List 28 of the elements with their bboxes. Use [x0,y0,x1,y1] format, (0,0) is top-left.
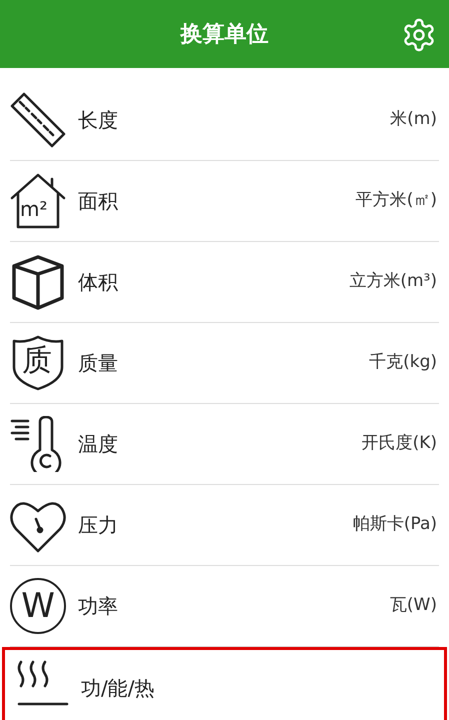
category-label: 体积 [78,269,119,296]
category-label: 质量 [78,350,119,377]
unit-label: 千克(kg) [369,351,437,374]
unit-label: 瓦(W) [390,594,437,618]
unit-label: 米(m) [390,108,437,132]
category-label: 功/能/热 [81,674,156,702]
unit-label: 平方米(㎡) [356,189,437,212]
unit-row[interactable]: 功/能/热 [2,647,447,720]
unit-row[interactable]: 温度 开氏度(K) [10,404,439,485]
unit-label: 开氏度(K) [362,432,437,456]
unit-label: 帕斯卡(Pa) [352,513,437,536]
unit-label: 立方米(m³) [349,270,437,294]
shield-icon: 质 [10,335,66,391]
unit-row[interactable]: 体积 立方米(m³) [10,242,439,323]
category-label: 温度 [78,431,119,458]
unit-row[interactable]: m² 面积 平方米(㎡) [10,161,439,242]
power-icon: W [10,578,66,634]
category-label: 压力 [78,512,119,539]
unit-row[interactable]: W 功率 瓦(W) [10,566,439,647]
category-label: 功率 [78,593,119,620]
category-label: 长度 [78,107,119,134]
ruler-icon [10,92,66,148]
header-title: 换算单位 [180,20,268,48]
unit-row[interactable]: 压力 帕斯卡(Pa) [10,485,439,566]
category-label: 面积 [78,188,119,215]
unit-row[interactable]: 质 质量 千克(kg) [10,323,439,404]
unit-row[interactable]: 长度 米(m) [10,80,439,161]
cube-icon [10,254,66,310]
